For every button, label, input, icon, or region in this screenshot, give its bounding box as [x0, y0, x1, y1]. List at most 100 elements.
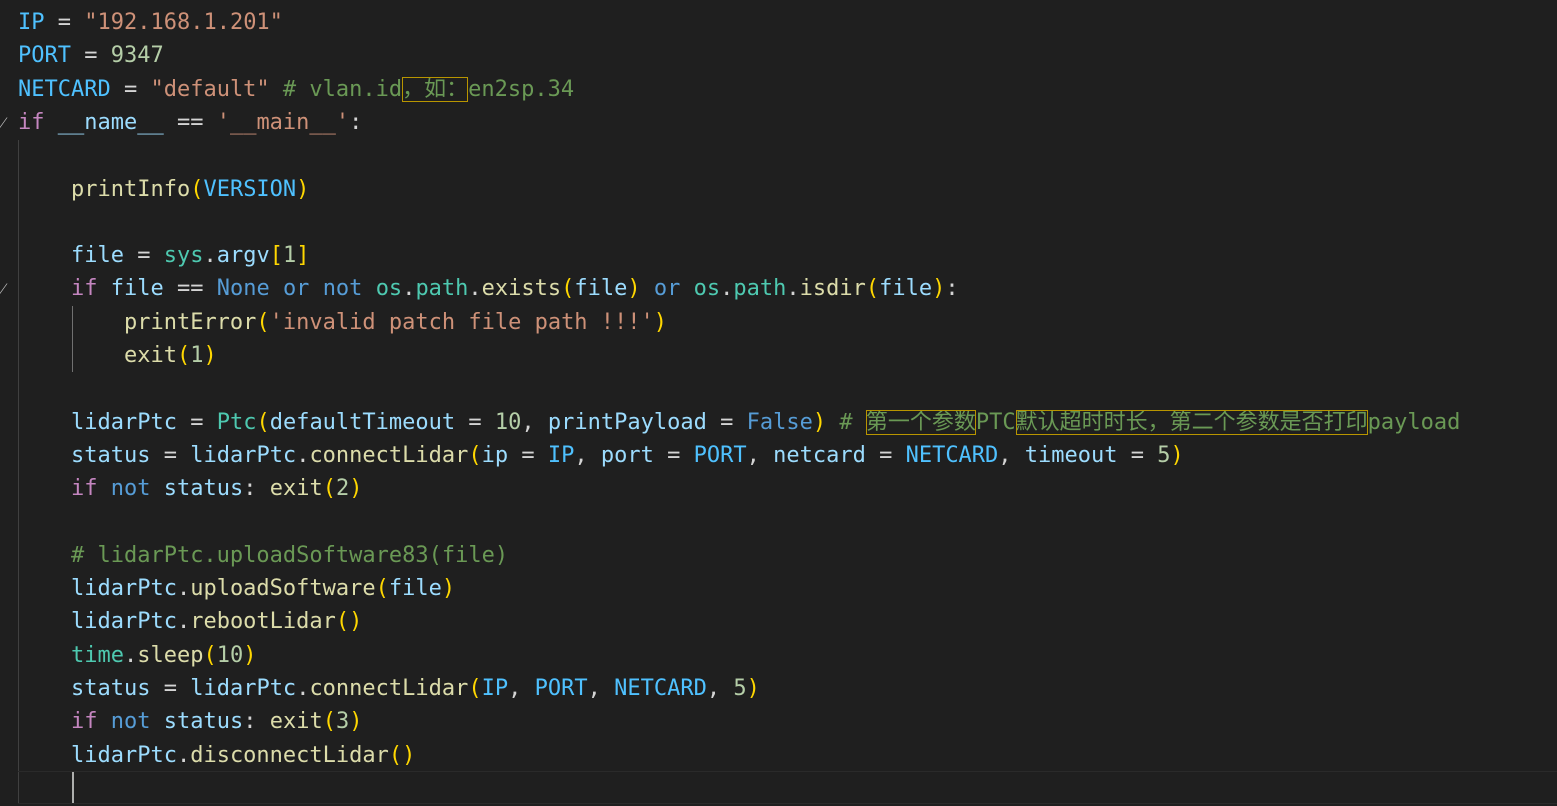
code-token: exists [481, 276, 562, 302]
code-line[interactable]: lidarPtc.uploadSoftware(file) [18, 572, 455, 605]
code-token: . [296, 442, 310, 468]
code-token: path [415, 276, 469, 302]
code-token: . [720, 276, 734, 302]
code-token: file [110, 276, 164, 302]
code-token: payload [1367, 409, 1461, 435]
code-line[interactable]: NETCARD = "default" # vlan.id，如：en2sp.34 [18, 73, 574, 106]
code-line[interactable]: if __name__ == '__main__': [18, 106, 362, 139]
code-token: lidarPtc [70, 742, 177, 768]
code-token: file [879, 276, 933, 302]
code-token: , [998, 442, 1025, 468]
code-token: = [176, 409, 217, 435]
code-token: if [70, 476, 98, 502]
code-line[interactable]: status = lidarPtc.connectLidar(IP, PORT,… [18, 672, 760, 705]
code-token: = [70, 43, 111, 69]
highlighted-token: 第一个参数 [865, 409, 976, 435]
code-token: uploadSoftware [190, 576, 376, 602]
code-token: . [176, 576, 191, 602]
code-token: not [110, 709, 151, 735]
code-token: connectLidar [309, 442, 469, 468]
code-token: IP [18, 10, 45, 35]
code-line[interactable]: file = sys.argv[1] [18, 239, 309, 272]
code-line[interactable]: time.sleep(10) [18, 639, 256, 672]
code-token: PTC [975, 409, 1016, 435]
code-token: [ [269, 243, 283, 269]
code-token: status [163, 709, 244, 735]
code-token: file [70, 243, 124, 269]
code-line[interactable]: lidarPtc.rebootLidar() [18, 605, 362, 638]
code-token: = [865, 442, 906, 468]
code-token: ( [865, 276, 880, 302]
code-token: = [150, 442, 191, 468]
code-line[interactable]: lidarPtc = Ptc(defaultTimeout = 10, prin… [18, 406, 1460, 439]
code-token: ( [190, 176, 204, 202]
code-token: ) [243, 642, 257, 668]
code-token: 1 [190, 343, 204, 368]
code-line[interactable]: lidarPtc.disconnectLidar() [18, 739, 415, 772]
code-token: , [574, 442, 601, 468]
code-line[interactable]: if file == None or not os.path.exists(fi… [18, 272, 959, 305]
code-token: : [243, 476, 270, 502]
code-line[interactable]: printError('invalid patch file path !!!'… [18, 306, 667, 339]
code-line[interactable]: if not status: exit(3) [18, 705, 362, 738]
code-token: file [388, 576, 442, 602]
code-token: printPayload [547, 409, 707, 435]
code-token: exit [123, 343, 177, 368]
code-token: NETCARD [905, 442, 999, 468]
fold-chevron-icon[interactable]: ⁄ [2, 272, 12, 305]
code-token: sleep [137, 642, 204, 668]
code-line[interactable]: IP = "192.168.1.201" [18, 6, 283, 39]
code-token: = [1117, 442, 1158, 468]
code-token: , [521, 409, 548, 435]
text-caret [72, 772, 74, 803]
code-token: lidarPtc [70, 576, 177, 602]
code-token: ( [322, 709, 336, 735]
code-token: defaultTimeout [269, 409, 456, 435]
code-line[interactable]: exit(1) [18, 339, 217, 372]
highlighted-token: 默认超时时长，第二个参数是否打印 [1015, 409, 1368, 435]
code-token: ( [561, 276, 575, 302]
code-token: os [693, 276, 721, 302]
code-line[interactable]: # lidarPtc.uploadSoftware83(file) [18, 539, 508, 572]
code-line[interactable]: if not status: exit(2) [18, 472, 362, 505]
code-token: , [706, 676, 734, 701]
code-token: 1 [282, 243, 297, 269]
fold-chevron-icon[interactable]: ⁄ [2, 106, 12, 139]
code-token: lidarPtc [190, 442, 297, 468]
code-line[interactable]: status = lidarPtc.connectLidar(ip = IP, … [18, 439, 1184, 472]
code-token: lidarPtc [70, 609, 177, 635]
code-token: or [653, 276, 681, 302]
code-token: == [163, 109, 217, 135]
code-token: ) [349, 709, 363, 735]
code-token: : [243, 709, 270, 735]
code-token: NETCARD [18, 76, 111, 102]
code-editor[interactable]: IP = "192.168.1.201" PORT = 9347 NETCARD =… [0, 0, 1557, 806]
code-token: = [653, 442, 694, 468]
code-token: . [203, 243, 217, 269]
code-token: IP [481, 676, 509, 701]
code-line[interactable]: PORT = 9347 [18, 39, 164, 72]
code-token: IP [547, 442, 575, 468]
code-token: ( [468, 676, 482, 701]
code-token: : [945, 276, 959, 302]
code-token: rebootLidar [190, 609, 336, 635]
code-token: VERSION [203, 176, 297, 202]
code-token: ) [653, 309, 668, 335]
code-token: port [600, 442, 654, 468]
code-token: 2 [335, 476, 350, 502]
code-token: ( [468, 442, 482, 468]
code-line[interactable]: printInfo(VERSION) [18, 173, 309, 206]
